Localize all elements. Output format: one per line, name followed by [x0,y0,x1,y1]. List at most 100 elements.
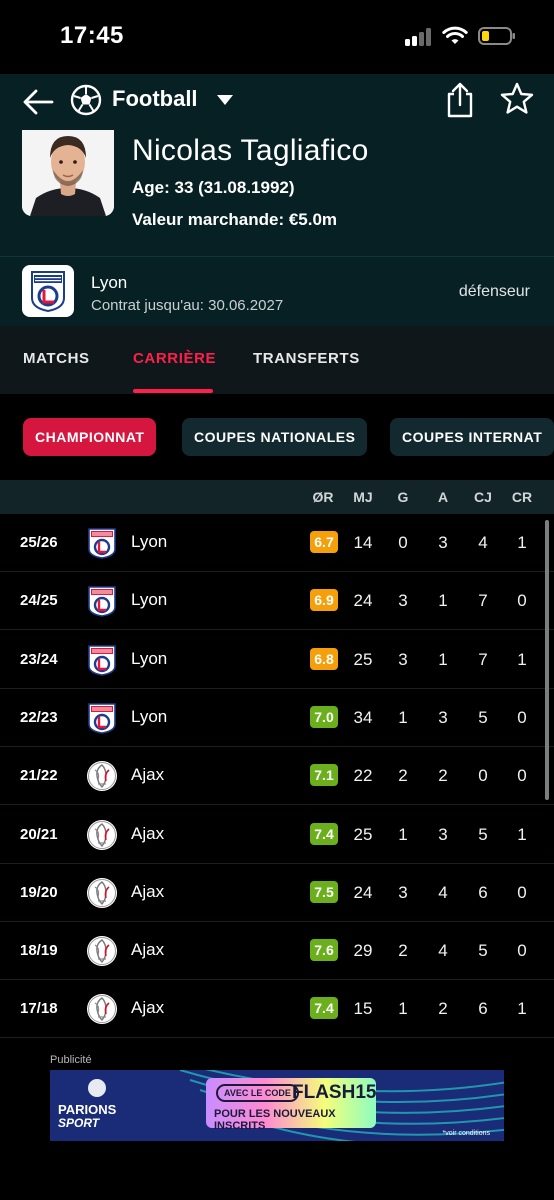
club-name: Lyon [91,273,128,292]
player-market-value: Valeur marchande: €5.0m [132,210,338,229]
lyon-logo [86,644,118,676]
team-name: Ajax [131,823,165,843]
stat-cj: 7 [478,649,488,669]
stat-g: 2 [398,941,408,961]
stat-g: 3 [398,882,408,902]
ajax-logo [86,935,118,967]
player-age: Age: 33 (31.08.1992) [132,178,295,197]
table-row[interactable]: 20/21 Ajax 7.4 25 1 3 5 1 [0,806,554,864]
stat-a: 1 [438,591,448,611]
stat-cr: 0 [517,707,527,727]
tab-carriere[interactable]: CARRIÈRE [133,350,216,367]
stat-a: 4 [438,941,448,961]
ad-brand-line1: PARIONS [58,1102,117,1117]
club-contract: Contrat jusqu'au: 30.06.2027 [91,297,284,314]
team-name: Ajax [131,998,165,1018]
lyon-logo [22,265,74,317]
stat-mj: 15 [353,999,373,1019]
table-row[interactable]: 19/20 Ajax 7.5 24 3 4 6 0 [0,864,554,922]
filter-championnat[interactable]: CHAMPIONNAT [23,418,157,456]
signal-icon [405,28,433,46]
team-name: Lyon [131,532,168,551]
ajax-logo [86,877,118,909]
stat-a: 3 [438,533,448,552]
tab-transferts[interactable]: TRANSFERTS [253,350,360,367]
player-position: défenseur [458,283,530,300]
player-profile: Nicolas Tagliafico Age: 33 (31.08.1992) … [0,130,554,256]
header-mj: MJ [353,489,373,505]
rating-badge: 6.7 [310,531,338,553]
header-red-cards: CR [511,489,533,505]
career-table: 25/26 Lyon 6.7 14 0 3 4 1 24/25 Lyon 6.9 24 3 1 7 0 23/2… [0,514,554,1046]
ad-area: Publicité PARIONS SPORT AVEC LE CODE FLA… [0,1046,554,1200]
scrollbar[interactable] [545,520,549,800]
season: 18/19 [20,942,58,960]
table-row[interactable]: 18/19 Ajax 7.6 29 2 4 5 0 [0,922,554,981]
table-row[interactable]: 17/18 Ajax 7.4 15 1 2 6 1 [0,980,554,1039]
ajax-logo [86,760,118,792]
tab-matchs[interactable]: MATCHS [23,350,90,367]
header-goals: G [397,489,409,505]
header-yellow-cards: CJ [474,489,492,505]
team-name: Ajax [131,881,165,901]
share-icon[interactable] [444,80,476,120]
ad-brand-line2: SPORT [58,1116,100,1130]
table-row[interactable]: 23/24 Lyon 6.8 25 3 1 7 1 [0,631,554,689]
player-avatar [22,130,114,216]
season: 17/18 [20,1000,58,1018]
arrow-left-icon [23,89,54,115]
team-name: Ajax [131,940,165,960]
competition-filters: CHAMPIONNAT COUPES NATIONALES COUPES INT… [0,394,554,480]
team-name: Ajax [131,765,165,785]
stat-g: 0 [398,533,408,552]
wifi-icon [442,26,468,44]
ad-promo-box: AVEC LE CODE FLASH15 POUR LES NOUVEAUX I… [206,1078,376,1132]
season: 19/20 [20,883,58,901]
stat-cr: 0 [517,882,527,902]
stat-g: 3 [398,649,408,669]
stat-cj: 0 [478,766,488,786]
back-button[interactable] [18,82,58,122]
caret-down-icon[interactable] [216,94,234,106]
rating-badge: 7.6 [310,939,338,962]
battery-icon [478,27,515,45]
soccer-ball-icon[interactable] [70,84,102,116]
stat-cr: 1 [517,824,527,844]
team-name: Lyon [131,706,168,726]
ad-banner[interactable]: PARIONS SPORT AVEC LE CODE FLASH15 POUR … [50,1070,504,1141]
table-row[interactable]: 22/23 Lyon 7.0 34 1 3 5 0 [0,689,554,747]
stat-cr: 0 [517,591,527,611]
stat-cj: 6 [478,882,488,902]
rating-badge: 6.8 [310,647,338,670]
lyon-logo [86,702,118,734]
stat-mj: 25 [353,649,373,669]
stat-mj: 14 [353,533,373,552]
app-header: Football [0,74,554,130]
team-name: Lyon [131,590,168,610]
stat-mj: 25 [353,824,373,844]
star-icon[interactable] [500,82,534,116]
stat-mj: 34 [353,707,373,727]
ad-code-pill: AVEC LE CODE [216,1084,299,1102]
sport-selector-label[interactable]: Football [112,86,198,112]
stat-a: 3 [438,824,448,844]
stat-mj: 29 [353,941,373,961]
stat-g: 3 [398,591,408,611]
stat-cr: 1 [517,533,527,552]
season: 24/25 [20,592,58,610]
stat-a: 2 [438,999,448,1019]
filter-coupes-internationales[interactable]: COUPES INTERNAT [390,418,554,456]
filter-coupes-nationales[interactable]: COUPES NATIONALES [182,418,368,456]
header-assists: A [437,489,449,505]
table-row[interactable]: 24/25 Lyon 6.9 24 3 1 7 0 [0,572,554,631]
lyon-logo [86,527,118,559]
table-row[interactable]: 25/26 Lyon 6.7 14 0 3 4 1 [0,514,554,572]
active-tab-indicator [133,389,213,393]
table-row[interactable]: 21/22 Ajax 7.1 22 2 2 0 0 [0,747,554,806]
ad-legal: *voir conditions [442,1130,490,1137]
stat-mj: 22 [353,766,373,786]
career-table-header: ØR MJ G A CJ CR [0,480,554,514]
current-club[interactable]: Lyon Contrat jusqu'au: 30.06.2027 défens… [0,256,554,326]
header-rating: ØR [312,489,334,505]
player-name: Nicolas Tagliafico [132,134,369,167]
